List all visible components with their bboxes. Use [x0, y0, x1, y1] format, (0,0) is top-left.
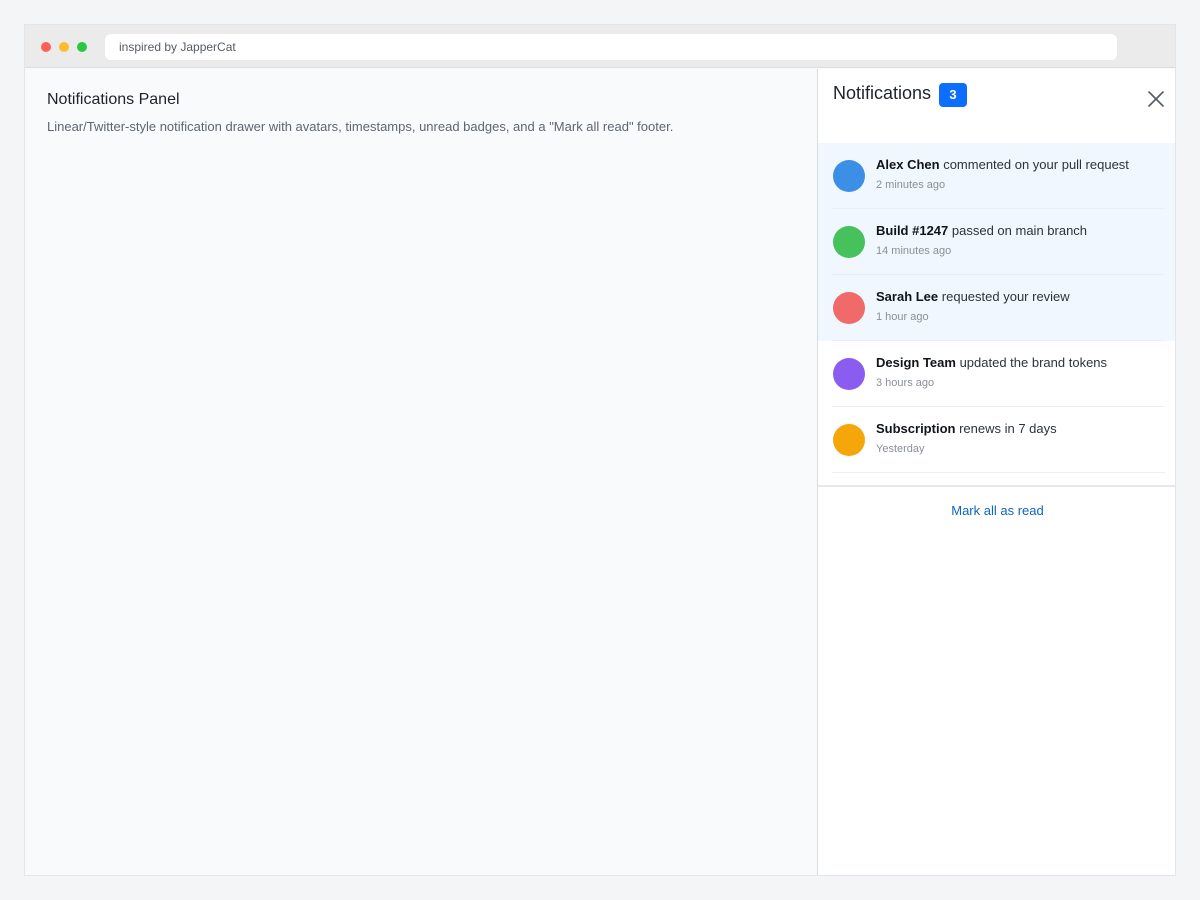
close-icon [1148, 91, 1164, 107]
notification-item[interactable]: Build #1247 passed on main branch 14 min… [818, 209, 1175, 275]
drawer-title: Notifications [833, 83, 932, 103]
notification-text: Subscription renews in 7 days [876, 421, 1057, 436]
avatar [833, 424, 865, 456]
main-content: Notifications Panel Linear/Twitter-style… [25, 69, 817, 875]
notification-action: updated the brand tokens [959, 355, 1108, 370]
minimize-window-button[interactable] [59, 42, 69, 52]
notification-item[interactable]: Design Team updated the brand tokens 3 h… [818, 341, 1175, 407]
notification-action: renews in 7 days [959, 421, 1057, 436]
notification-item[interactable]: Subscription renews in 7 days Yesterday [818, 407, 1175, 473]
notification-actor: Alex Chen [876, 157, 940, 172]
address-bar[interactable]: inspired by JapperCat [105, 34, 1117, 60]
notification-list: Alex Chen commented on your pull request… [818, 143, 1175, 473]
title-bar: inspired by JapperCat [25, 25, 1175, 68]
close-window-button[interactable] [41, 42, 51, 52]
notification-actor: Build #1247 [876, 223, 949, 238]
notification-action: requested your review [941, 289, 1070, 304]
notification-time: Yesterday [876, 443, 925, 455]
notification-actor: Sarah Lee [876, 289, 939, 304]
notification-text: Sarah Lee requested your review [876, 289, 1070, 304]
avatar [833, 226, 865, 258]
notification-actor: Design Team [876, 355, 956, 370]
notification-actor: Subscription [876, 421, 956, 436]
footer-divider [818, 485, 1175, 487]
notification-time: 1 hour ago [876, 311, 929, 323]
notification-action: commented on your pull request [943, 157, 1129, 172]
notification-time: 14 minutes ago [876, 245, 952, 257]
notification-time: 2 minutes ago [876, 179, 946, 191]
avatar [833, 160, 865, 192]
mark-all-read-button[interactable]: Mark all as read [818, 503, 1175, 518]
divider [832, 472, 1165, 473]
page-title: Notifications Panel [47, 91, 180, 108]
notification-time: 3 hours ago [876, 377, 935, 389]
notifications-drawer: Notifications 3 Alex Chen commented on y… [817, 69, 1175, 875]
notification-text: Design Team updated the brand tokens [876, 355, 1107, 370]
avatar [833, 292, 865, 324]
notification-action: passed on main branch [951, 223, 1088, 238]
close-drawer-button[interactable] [1146, 89, 1166, 109]
notification-item[interactable]: Alex Chen commented on your pull request… [818, 143, 1175, 209]
avatar [833, 358, 865, 390]
notification-text: Build #1247 passed on main branch [876, 223, 1087, 238]
page-description: Linear/Twitter-style notification drawer… [47, 119, 674, 134]
browser-window: inspired by JapperCat Notifications Pane… [24, 24, 1176, 876]
notification-text: Alex Chen commented on your pull request [876, 157, 1129, 172]
unread-count-badge: 3 [939, 83, 967, 107]
notification-item[interactable]: Sarah Lee requested your review 1 hour a… [818, 275, 1175, 341]
maximize-window-button[interactable] [77, 42, 87, 52]
